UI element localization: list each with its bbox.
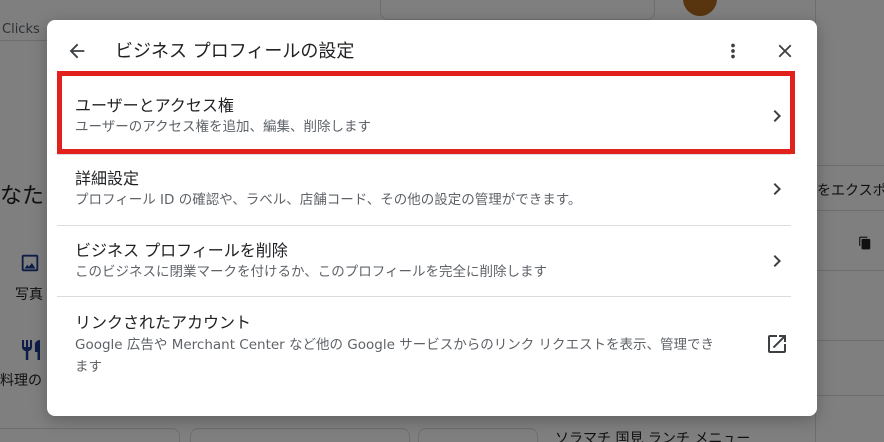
chevron-right-icon — [773, 183, 781, 195]
close-icon — [778, 44, 792, 58]
item-title: ユーザーとアクセス権 — [75, 96, 234, 115]
arrow-back-icon — [69, 43, 85, 59]
dialog-header: ビジネス プロフィールの設定 — [47, 20, 817, 80]
settings-item-remove-profile[interactable]: ビジネス プロフィールを削除 このビジネスに閉業マークを付けるか、このプロフィー… — [57, 225, 791, 296]
chevron-right-icon — [773, 255, 781, 267]
more-options-button[interactable] — [715, 33, 751, 69]
settings-item-users-and-access[interactable]: ユーザーとアクセス権 ユーザーのアクセス権を追加、編集、削除します — [57, 74, 791, 154]
item-description: プロフィール ID の確認や、ラベル、店舗コード、その他の設定の管理ができます。 — [75, 192, 582, 208]
dialog-title: ビジネス プロフィールの設定 — [115, 41, 355, 62]
back-button[interactable] — [59, 33, 95, 69]
item-description: ユーザーのアクセス権を追加、編集、削除します — [75, 119, 372, 135]
settings-list: ユーザーとアクセス権 ユーザーのアクセス権を追加、編集、削除します 詳細設定 プ… — [57, 74, 791, 388]
item-title: 詳細設定 — [75, 169, 140, 188]
item-description: このビジネスに閉業マークを付けるか、このプロフィールを完全に削除します — [75, 264, 547, 280]
item-description: Google 広告や Merchant Center など他の Google サ… — [75, 337, 714, 375]
settings-item-advanced-settings[interactable]: 詳細設定 プロフィール ID の確認や、ラベル、店舗コード、その他の設定の管理が… — [57, 154, 791, 225]
close-button[interactable] — [767, 33, 803, 69]
item-title: ビジネス プロフィールを削除 — [75, 241, 288, 260]
business-profile-settings-dialog: ビジネス プロフィールの設定 ユーザーとアクセス権 ユーザーのアクセス権を追加、… — [47, 20, 817, 416]
chevron-right-icon — [773, 110, 781, 122]
more-vert-icon — [731, 43, 735, 59]
settings-item-linked-accounts[interactable]: リンクされたアカウント Google 広告や Merchant Center な… — [57, 296, 791, 388]
item-title: リンクされたアカウント — [75, 313, 252, 332]
open-in-new-icon — [768, 335, 786, 353]
